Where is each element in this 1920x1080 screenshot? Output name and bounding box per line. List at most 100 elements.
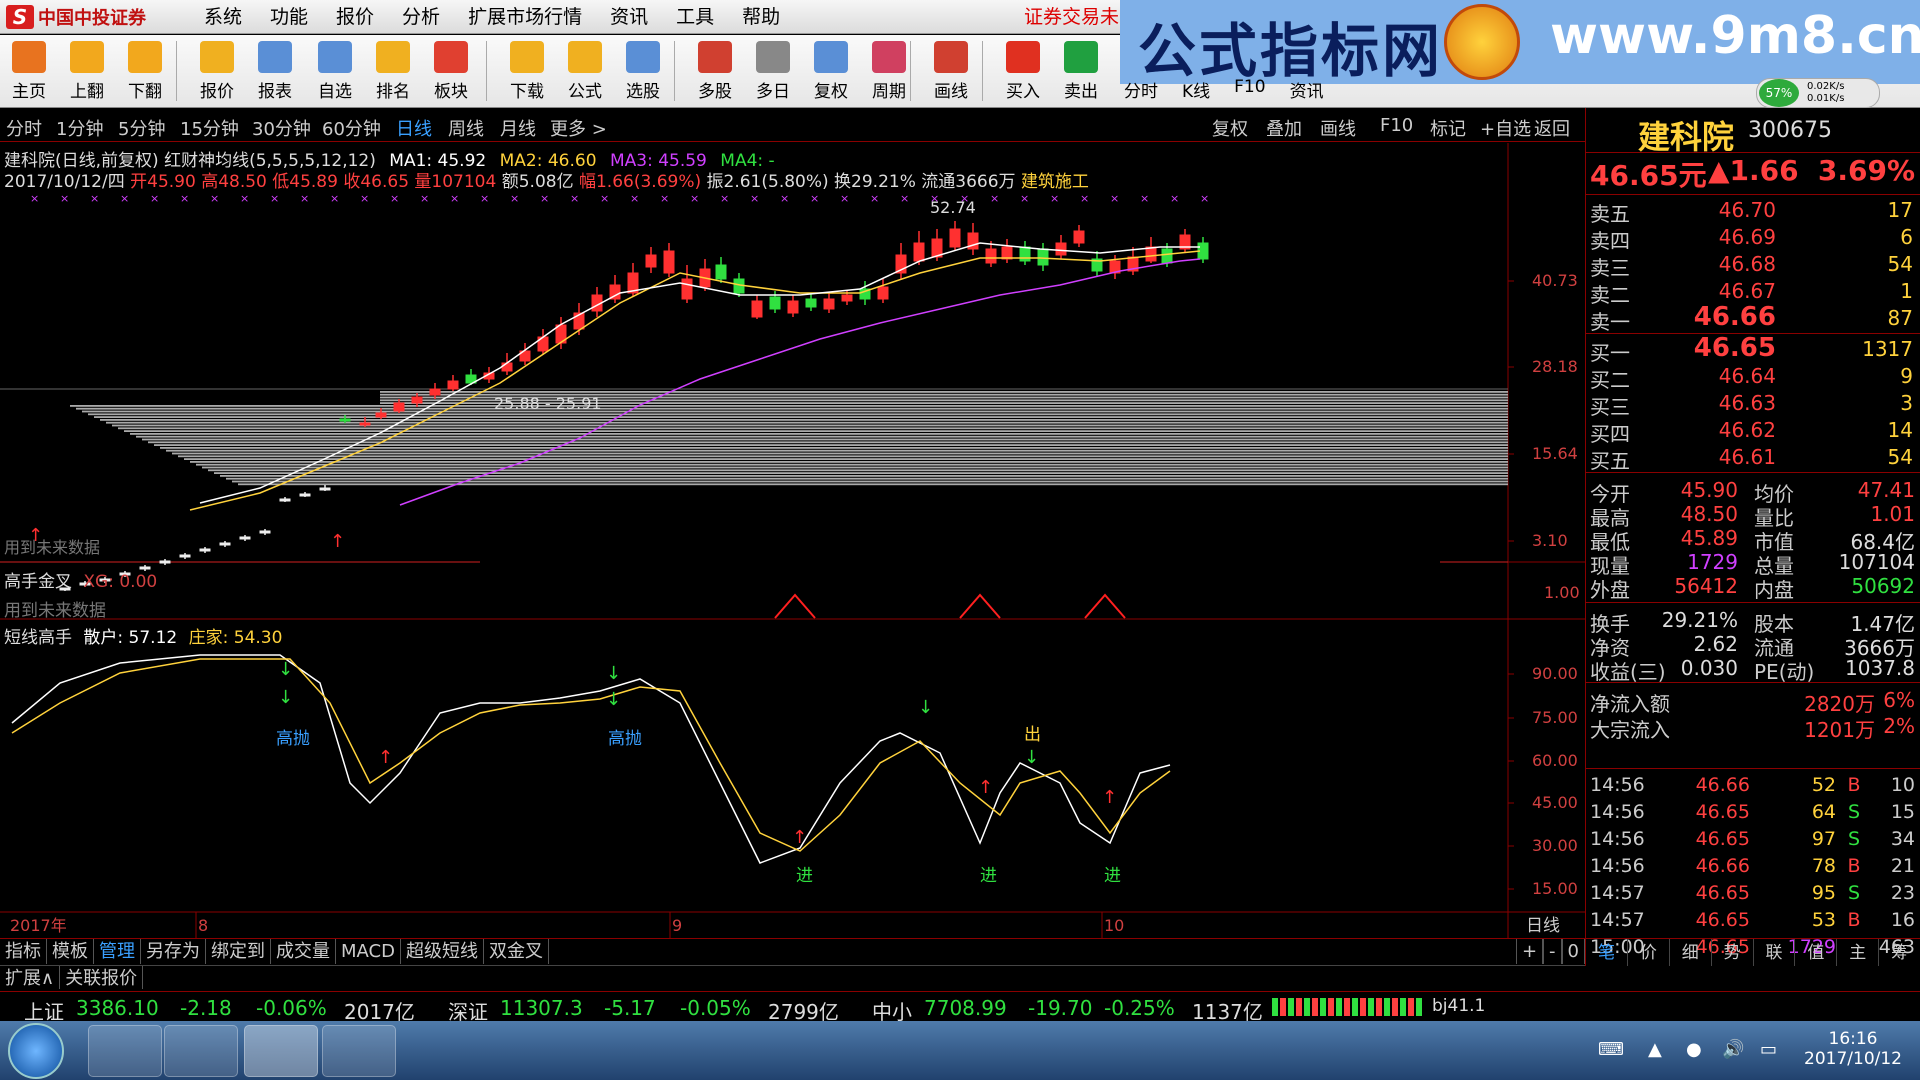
indicator-tab-2[interactable]: 管理 bbox=[94, 939, 141, 964]
index-value: 11307.3 bbox=[500, 996, 583, 1020]
menu-item-1[interactable]: 功能 bbox=[256, 0, 322, 34]
indicator-tab-7[interactable]: 超级短线 bbox=[401, 939, 484, 964]
orderbook-row[interactable]: 买一 46.65 1317 bbox=[1586, 333, 1920, 365]
tick-count: 10 bbox=[1890, 774, 1915, 796]
menu-item-2[interactable]: 报价 bbox=[322, 0, 388, 34]
keyboard-icon[interactable]: ⌨ bbox=[1598, 1039, 1624, 1060]
toolbar-report-button[interactable]: 报表 bbox=[248, 37, 302, 105]
network-tray-icon[interactable]: ● bbox=[1686, 1039, 1702, 1060]
period-tab-7[interactable]: 周线 bbox=[448, 115, 484, 141]
taskbar-trading-app-icon[interactable] bbox=[244, 1025, 318, 1077]
orderbook-row[interactable]: 卖三 46.68 54 bbox=[1586, 252, 1920, 280]
orderbook-row[interactable]: 买三 46.63 3 bbox=[1586, 391, 1920, 419]
toolbar-draw-line-button[interactable]: 画线 bbox=[924, 37, 978, 105]
toolbar-multi-stock-button[interactable]: 多股 bbox=[688, 37, 742, 105]
signal-marker: × bbox=[810, 192, 819, 205]
quote-tab-2[interactable]: 细 bbox=[1670, 939, 1712, 966]
period-tab-6[interactable]: 日线 bbox=[396, 115, 432, 141]
chip-bar bbox=[118, 427, 1508, 430]
ad-submenu-item[interactable]: K线 bbox=[1182, 77, 1210, 102]
zoom-button-0[interactable]: + bbox=[1515, 939, 1544, 964]
toolbar-home-button[interactable]: 主页 bbox=[2, 37, 56, 105]
menu-item-6[interactable]: 工具 bbox=[662, 0, 728, 34]
orderbook-row[interactable]: 买四 46.62 14 bbox=[1586, 418, 1920, 446]
chip-bar bbox=[226, 477, 1508, 480]
indicator-tab-6[interactable]: MACD bbox=[336, 939, 401, 964]
menu-item-0[interactable]: 系统 bbox=[190, 0, 256, 34]
extension-tab-0[interactable]: 扩展∧ bbox=[0, 966, 61, 989]
quote-tab-1[interactable]: 价 bbox=[1628, 939, 1670, 966]
toolbar-restore-button[interactable]: 复权 bbox=[804, 37, 858, 105]
indicator-tab-3[interactable]: 另存为 bbox=[141, 939, 206, 964]
toolbar-f6-button[interactable]: 自选 bbox=[308, 37, 362, 105]
chart-button-5[interactable]: +自选 bbox=[1480, 115, 1531, 141]
period-tab-0[interactable]: 分时 bbox=[6, 115, 42, 141]
indicator-tab-5[interactable]: 成交量 bbox=[271, 939, 336, 964]
chart-button-6[interactable]: 返回 bbox=[1534, 115, 1570, 141]
period-tab-9[interactable]: 更多 > bbox=[550, 115, 607, 141]
quote-tab-3[interactable]: 势 bbox=[1712, 939, 1754, 966]
market-breadth-bars bbox=[1272, 998, 1422, 1016]
indicator-tab-1[interactable]: 模板 bbox=[47, 939, 94, 964]
toolbar-ranking-button[interactable]: 排名 bbox=[366, 37, 420, 105]
menu-item-4[interactable]: 扩展市场行情 bbox=[454, 0, 596, 34]
quote-tab-6[interactable]: 主 bbox=[1837, 939, 1880, 966]
indicator-tab-8[interactable]: 双金叉 bbox=[484, 939, 549, 964]
orderbook-row[interactable]: 买二 46.64 9 bbox=[1586, 364, 1920, 392]
toolbar-formula-button[interactable]: 公式 bbox=[558, 37, 612, 105]
orderbook-row[interactable]: 卖五 46.70 17 bbox=[1586, 198, 1920, 226]
toolbar-stock-pick-button[interactable]: 选股 bbox=[616, 37, 670, 105]
start-button[interactable] bbox=[8, 1023, 64, 1079]
menu-item-3[interactable]: 分析 bbox=[388, 0, 454, 34]
ad-submenu-item[interactable]: 分时 bbox=[1124, 77, 1158, 102]
quote-tab-0[interactable]: 笔 bbox=[1586, 939, 1628, 966]
signal-marker: × bbox=[1200, 192, 1209, 205]
ad-submenu-item[interactable]: F10 bbox=[1234, 77, 1265, 99]
period-tab-4[interactable]: 30分钟 bbox=[252, 115, 311, 141]
toolbar-sell-button[interactable]: 卖出 bbox=[1054, 37, 1108, 105]
quote-tab-4[interactable]: 联 bbox=[1754, 939, 1796, 966]
orderbook-row[interactable]: 卖四 46.69 6 bbox=[1586, 225, 1920, 253]
ad-submenu-item[interactable]: 资讯 bbox=[1290, 77, 1324, 102]
period-tab-2[interactable]: 5分钟 bbox=[118, 115, 165, 141]
toolbar-yen-button[interactable]: 报价 bbox=[190, 37, 244, 105]
toolbar-blocks-button[interactable]: 板块 bbox=[424, 37, 478, 105]
indicator-tab-0[interactable]: 指标 bbox=[0, 939, 47, 964]
toolbar-download-button[interactable]: 下载 bbox=[500, 37, 554, 105]
display-icon[interactable]: ▭ bbox=[1760, 1039, 1777, 1060]
quote-tab-5[interactable]: 值 bbox=[1795, 939, 1838, 966]
system-clock[interactable]: 16:16 2017/10/12 bbox=[1804, 1029, 1902, 1069]
toolbar-buy-button[interactable]: 买入 bbox=[996, 37, 1050, 105]
extension-tab-1[interactable]: 关联报价 bbox=[60, 966, 144, 989]
toolbar-up-arrow-button[interactable]: 上翻 bbox=[60, 37, 114, 105]
quote-tab-7[interactable]: 筹 bbox=[1879, 939, 1920, 966]
indicator-tab-4[interactable]: 绑定到 bbox=[206, 939, 271, 964]
taskbar-media-icon[interactable] bbox=[164, 1025, 238, 1077]
orderbook-row[interactable]: 卖一 46.66 87 bbox=[1586, 302, 1920, 334]
kline-chart[interactable]: 40.73 28.18 15.64 3.10 1.00 90.00 75.00 60.00 45… bbox=[0, 143, 1585, 938]
tray-expand-icon[interactable]: ▲ bbox=[1648, 1039, 1662, 1060]
taskbar-ie-icon[interactable] bbox=[88, 1025, 162, 1077]
chart-button-2[interactable]: 画线 bbox=[1320, 115, 1356, 141]
zoom-button-1[interactable]: - bbox=[1543, 939, 1562, 964]
zoom-button-2[interactable]: 0 bbox=[1561, 939, 1585, 964]
tick-time: 14:56 bbox=[1590, 855, 1645, 877]
chart-button-3[interactable]: F10 bbox=[1380, 115, 1413, 136]
chart-button-4[interactable]: 标记 bbox=[1430, 115, 1466, 141]
chart-button-0[interactable]: 复权 bbox=[1212, 115, 1248, 141]
toolbar-down-arrow-button[interactable]: 下翻 bbox=[118, 37, 172, 105]
period-tab-5[interactable]: 60分钟 bbox=[322, 115, 381, 141]
period-tab-3[interactable]: 15分钟 bbox=[180, 115, 239, 141]
chart-button-1[interactable]: 叠加 bbox=[1266, 115, 1302, 141]
period-tab-8[interactable]: 月线 bbox=[500, 115, 536, 141]
tick-row: 14:57 46.65 95 S 23 bbox=[1586, 882, 1920, 909]
taskbar-folder-icon[interactable] bbox=[322, 1025, 396, 1077]
toolbar-f8-button[interactable]: 周期 bbox=[862, 37, 916, 105]
orderbook-row[interactable]: 买五 46.61 54 bbox=[1586, 445, 1920, 473]
volume-icon[interactable]: 🔊 bbox=[1722, 1039, 1744, 1060]
menu-item-7[interactable]: 帮助 bbox=[728, 0, 794, 34]
ad-banner[interactable]: 公式指标网 www.9m8.cn bbox=[1120, 0, 1920, 85]
period-tab-1[interactable]: 1分钟 bbox=[56, 115, 103, 141]
toolbar-clock-button[interactable]: 多日 bbox=[746, 37, 800, 105]
menu-item-5[interactable]: 资讯 bbox=[596, 0, 662, 34]
